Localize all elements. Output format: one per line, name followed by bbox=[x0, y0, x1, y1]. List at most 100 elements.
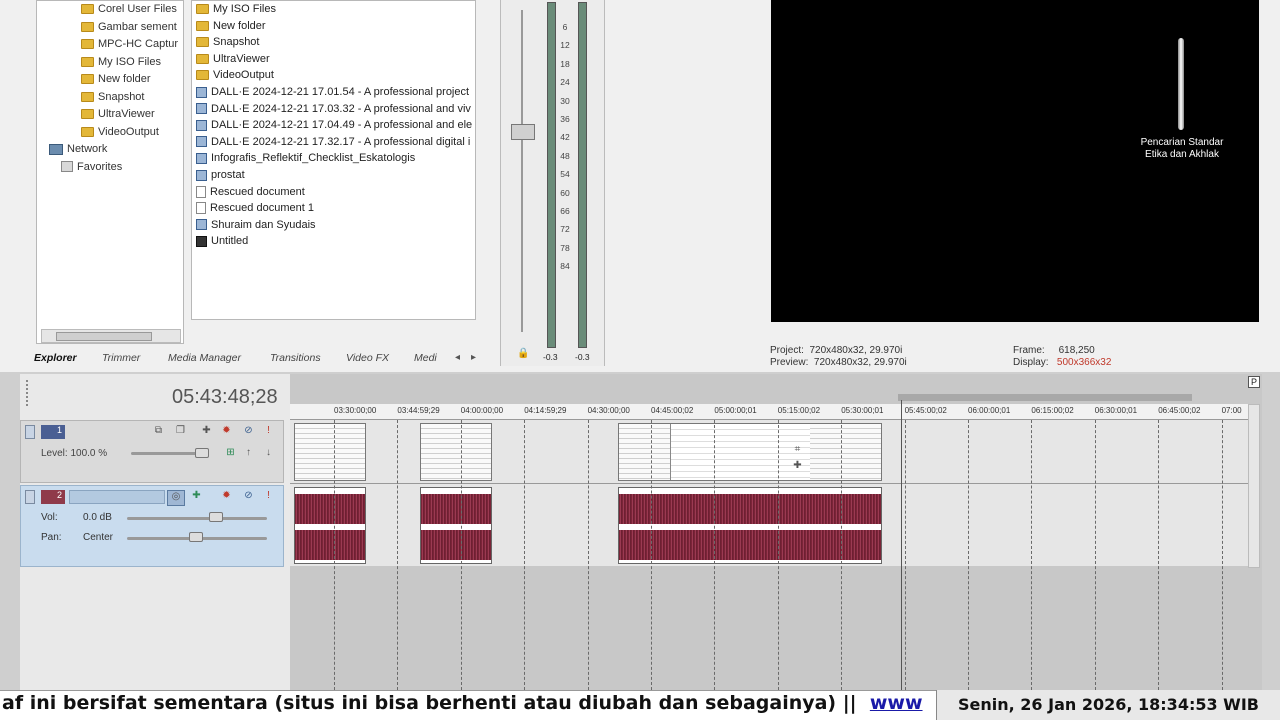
meter-scale-label: 84 bbox=[560, 261, 570, 272]
parent-icon[interactable]: ✚ bbox=[201, 425, 212, 436]
down-arrow-icon[interactable]: ↓ bbox=[263, 447, 274, 458]
drag-handle[interactable] bbox=[26, 380, 29, 406]
master-fader-knob[interactable] bbox=[511, 124, 535, 140]
marker-button[interactable]: P bbox=[1248, 376, 1260, 388]
folder-icon bbox=[196, 53, 209, 64]
meter-scale-label: 30 bbox=[560, 95, 570, 106]
explorer-tree[interactable]: Corel User Files Gambar sement MPC-HC Capt… bbox=[36, 0, 184, 344]
tree-horizontal-scrollbar[interactable] bbox=[41, 329, 181, 343]
file-item[interactable]: UltraViewer bbox=[192, 51, 475, 68]
scroll-thumb[interactable] bbox=[56, 332, 152, 341]
crop-icon[interactable]: ⌗ bbox=[792, 444, 803, 455]
meter-scale-label: 24 bbox=[560, 77, 570, 88]
file-item[interactable]: Shuraim dan Syudais bbox=[192, 217, 475, 234]
tab-transitions[interactable]: Transitions bbox=[270, 348, 321, 368]
tab-explorer[interactable]: Explorer bbox=[34, 348, 77, 368]
track-minimize-icon[interactable] bbox=[25, 425, 35, 439]
tree-item-label: Favorites bbox=[77, 160, 123, 173]
file-item[interactable]: Rescued document 1 bbox=[192, 200, 475, 217]
tree-item[interactable]: Favorites bbox=[41, 159, 183, 177]
video-clip[interactable] bbox=[294, 423, 366, 481]
track-envelope-icon[interactable]: ⊞ bbox=[225, 447, 236, 458]
audio-clip[interactable] bbox=[294, 487, 366, 564]
tree-item[interactable]: New folder bbox=[41, 71, 183, 89]
project-info: Project: 720x480x32, 29.970i bbox=[770, 345, 903, 356]
video-track-header[interactable]: 1 ⧉ ❐ ✚ ✹ ⊘ ! Level: 100.0 % ⊞ ↑ ↓ bbox=[20, 420, 284, 483]
fx-icon[interactable]: ✹ bbox=[221, 490, 232, 501]
file-item-label: DALL·E 2024-12-21 17.04.49 - A professio… bbox=[211, 119, 473, 132]
tree-item[interactable]: Gambar sement bbox=[41, 19, 183, 37]
peak-left: -0.3 bbox=[543, 352, 558, 362]
solo-icon[interactable]: ! bbox=[263, 490, 274, 501]
file-item[interactable]: Snapshot bbox=[192, 34, 475, 51]
meter-scale-label: 36 bbox=[560, 114, 570, 124]
file-item[interactable]: prostat bbox=[192, 167, 475, 184]
tree-item[interactable]: UltraViewer bbox=[41, 106, 183, 124]
file-item-label: Rescued document bbox=[210, 185, 305, 198]
grid-line bbox=[968, 420, 969, 690]
tab-scroll-left-icon[interactable]: ◂ bbox=[452, 352, 463, 363]
tree-item[interactable]: Snapshot bbox=[41, 89, 183, 107]
tab-video-fx[interactable]: Video FX bbox=[346, 348, 389, 368]
track-envelope-icon[interactable]: ✚ bbox=[191, 490, 202, 501]
ticker-link[interactable]: www bbox=[870, 692, 923, 714]
file-item[interactable]: DALL·E 2024-12-21 17.03.32 - A professio… bbox=[192, 101, 475, 118]
video-preview[interactable] bbox=[771, 0, 1259, 322]
audio-track-header[interactable]: 2 ◎ ✚ ✹ ⊘ ! Vol: 0.0 dB Pan: Center bbox=[20, 485, 284, 567]
video-clip[interactable] bbox=[420, 423, 492, 481]
folder-icon bbox=[196, 4, 209, 15]
audio-clip[interactable] bbox=[618, 487, 882, 564]
move-icon[interactable]: ✚ bbox=[792, 460, 803, 471]
tree-item[interactable]: VideoOutput bbox=[41, 124, 183, 142]
track-minimize-icon[interactable] bbox=[25, 490, 35, 504]
file-item-label: VideoOutput bbox=[213, 69, 274, 82]
file-item[interactable]: My ISO Files bbox=[192, 1, 475, 18]
file-item[interactable]: Rescued document bbox=[192, 184, 475, 201]
ruler-tick-label: 07:00 bbox=[1221, 406, 1242, 415]
video-clip-thumbnail bbox=[670, 424, 810, 480]
tree-item[interactable]: Corel User Files bbox=[41, 1, 183, 19]
file-item[interactable]: DALL·E 2024-12-21 17.04.49 - A professio… bbox=[192, 117, 475, 134]
file-item[interactable]: DALL·E 2024-12-21 17.32.17 - A professio… bbox=[192, 134, 475, 151]
tab-media-manager[interactable]: Media Manager bbox=[168, 348, 241, 368]
audio-clip[interactable] bbox=[420, 487, 492, 564]
tree-item[interactable]: Network bbox=[41, 141, 183, 159]
solo-icon[interactable]: ! bbox=[263, 425, 274, 436]
file-item[interactable]: VideoOutput bbox=[192, 67, 475, 84]
explorer-file-list[interactable]: My ISO Files New folder Snapshot UltraViewe… bbox=[191, 0, 476, 320]
tab-scroll-right-icon[interactable]: ▸ bbox=[468, 352, 479, 363]
level-slider-knob[interactable] bbox=[195, 448, 209, 458]
file-item[interactable]: DALL·E 2024-12-21 17.01.54 - A professio… bbox=[192, 84, 475, 101]
image-icon bbox=[196, 136, 207, 148]
pan-value: Center bbox=[83, 532, 114, 543]
mute-icon[interactable]: ⊘ bbox=[243, 490, 254, 501]
file-item[interactable]: Untitled bbox=[192, 233, 475, 250]
loop-region-bar[interactable] bbox=[898, 394, 1192, 401]
tree-item-label: UltraViewer bbox=[98, 108, 155, 120]
volume-slider[interactable] bbox=[127, 517, 267, 520]
motion-icon[interactable]: ⧉ bbox=[153, 425, 164, 436]
meter-scale-label: 66 bbox=[560, 206, 570, 216]
volume-slider-knob[interactable] bbox=[209, 512, 223, 522]
file-item[interactable]: New folder bbox=[192, 18, 475, 35]
track-name-field[interactable] bbox=[69, 490, 165, 504]
tree-item[interactable]: MPC-HC Captur bbox=[41, 36, 183, 54]
grid-line bbox=[397, 420, 399, 690]
file-item[interactable]: Infografis_Reflektif_Checklist_Eskatolog… bbox=[192, 150, 475, 167]
pan-slider-knob[interactable] bbox=[189, 532, 203, 542]
timeline-ruler[interactable]: 03:30:00;00 03:44:59;29 04:00:00;00 04:14:5… bbox=[290, 404, 1248, 420]
fx-icon[interactable]: ✹ bbox=[221, 425, 232, 436]
tree-item[interactable]: My ISO Files bbox=[41, 54, 183, 72]
tab-trimmer[interactable]: Trimmer bbox=[102, 348, 140, 368]
up-arrow-icon[interactable]: ↑ bbox=[243, 447, 254, 458]
frame-info: Frame: 618,250 bbox=[1013, 345, 1095, 356]
timeline-vertical-scrollbar[interactable] bbox=[1248, 404, 1260, 568]
composite-icon[interactable]: ❐ bbox=[175, 425, 186, 436]
file-item-label: Infografis_Reflektif_Checklist_Eskatolog… bbox=[211, 152, 416, 165]
mute-icon[interactable]: ⊘ bbox=[243, 425, 254, 436]
file-item-label: Untitled bbox=[211, 235, 249, 248]
record-arm-icon[interactable]: ◎ bbox=[167, 490, 185, 506]
tab-media-generators[interactable]: Medi bbox=[414, 348, 437, 368]
lock-icon[interactable]: 🔒 bbox=[517, 348, 529, 359]
tree-item-label: MPC-HC Captur bbox=[98, 38, 179, 50]
